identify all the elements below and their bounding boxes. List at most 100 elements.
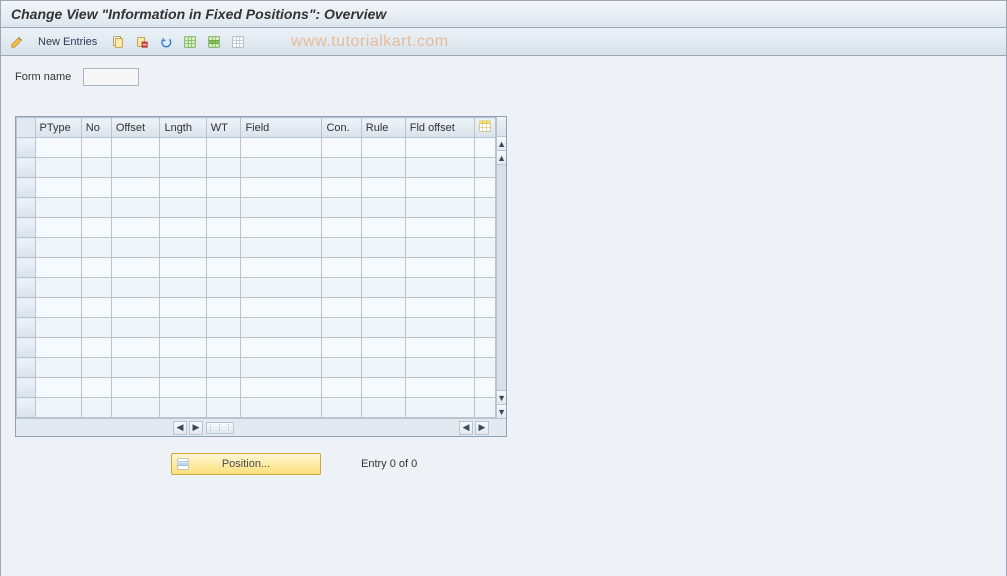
cell[interactable] [81, 298, 111, 318]
cell[interactable] [81, 318, 111, 338]
cell[interactable] [322, 158, 361, 178]
cell[interactable] [111, 158, 160, 178]
cell[interactable] [322, 358, 361, 378]
cell[interactable] [361, 258, 405, 278]
cell[interactable] [405, 238, 474, 258]
cell[interactable] [35, 198, 81, 218]
cell[interactable] [160, 278, 206, 298]
cell[interactable] [322, 258, 361, 278]
col-header-no[interactable]: No [81, 118, 111, 138]
cell[interactable] [111, 378, 160, 398]
cell[interactable] [361, 138, 405, 158]
cell[interactable] [35, 258, 81, 278]
cell[interactable] [160, 138, 206, 158]
cell[interactable] [405, 378, 474, 398]
cell[interactable] [405, 398, 474, 418]
col-header-wt[interactable]: WT [206, 118, 241, 138]
copy-as-button[interactable] [108, 32, 128, 52]
cell[interactable] [35, 358, 81, 378]
cell[interactable] [322, 138, 361, 158]
cell[interactable] [81, 158, 111, 178]
cell[interactable] [241, 358, 322, 378]
cell[interactable] [361, 278, 405, 298]
cell[interactable] [111, 178, 160, 198]
cell[interactable] [35, 138, 81, 158]
cell[interactable] [361, 238, 405, 258]
vertical-track[interactable] [497, 165, 506, 390]
cell[interactable] [361, 398, 405, 418]
row-selector[interactable] [17, 358, 36, 378]
horizontal-thumb[interactable]: ⋮⋮⋮ [206, 422, 234, 434]
new-entries-button[interactable]: New Entries [31, 32, 104, 52]
cell[interactable] [241, 178, 322, 198]
cell[interactable] [160, 358, 206, 378]
cell[interactable] [111, 278, 160, 298]
cell[interactable] [160, 218, 206, 238]
row-selector[interactable] [17, 318, 36, 338]
row-selector[interactable] [17, 398, 36, 418]
cell[interactable] [81, 258, 111, 278]
cell[interactable] [81, 338, 111, 358]
cell[interactable] [241, 138, 322, 158]
cell[interactable] [322, 398, 361, 418]
cell[interactable] [160, 238, 206, 258]
cell[interactable] [322, 238, 361, 258]
cell[interactable] [81, 218, 111, 238]
cell[interactable] [405, 298, 474, 318]
col-header-fldoffset[interactable]: Fld offset [405, 118, 474, 138]
select-block-button[interactable] [204, 32, 224, 52]
cell[interactable] [111, 318, 160, 338]
cell[interactable] [160, 258, 206, 278]
cell[interactable] [35, 378, 81, 398]
cell[interactable] [405, 138, 474, 158]
delete-button[interactable] [132, 32, 152, 52]
row-selector[interactable] [17, 218, 36, 238]
cell[interactable] [35, 338, 81, 358]
scroll-up-button[interactable]: ▲ [497, 137, 506, 151]
cell[interactable] [405, 158, 474, 178]
col-header-rule[interactable]: Rule [361, 118, 405, 138]
cell[interactable] [405, 258, 474, 278]
cell[interactable] [361, 338, 405, 358]
cell[interactable] [405, 318, 474, 338]
cell[interactable] [160, 178, 206, 198]
cell[interactable] [361, 318, 405, 338]
cell[interactable] [405, 178, 474, 198]
cell[interactable] [241, 278, 322, 298]
col-header-lngth[interactable]: Lngth [160, 118, 206, 138]
cell[interactable] [241, 198, 322, 218]
cell[interactable] [35, 218, 81, 238]
cell[interactable] [361, 178, 405, 198]
cell[interactable] [35, 318, 81, 338]
cell[interactable] [206, 278, 241, 298]
row-selector[interactable] [17, 378, 36, 398]
cell[interactable] [111, 138, 160, 158]
cell[interactable] [111, 358, 160, 378]
cell[interactable] [35, 158, 81, 178]
scroll-right-step-button[interactable]: ▶ [189, 421, 203, 435]
row-selector[interactable] [17, 138, 36, 158]
cell[interactable] [361, 298, 405, 318]
cell[interactable] [35, 298, 81, 318]
cell[interactable] [241, 378, 322, 398]
cell[interactable] [160, 378, 206, 398]
cell[interactable] [111, 258, 160, 278]
cell[interactable] [160, 198, 206, 218]
cell[interactable] [322, 198, 361, 218]
cell[interactable] [81, 398, 111, 418]
cell[interactable] [111, 398, 160, 418]
cell[interactable] [206, 178, 241, 198]
cell[interactable] [206, 158, 241, 178]
cell[interactable] [405, 278, 474, 298]
cell[interactable] [81, 178, 111, 198]
cell[interactable] [160, 398, 206, 418]
select-all-corner[interactable] [17, 118, 36, 138]
scroll-down-button-2[interactable]: ▼ [497, 390, 506, 404]
row-selector[interactable] [17, 158, 36, 178]
cell[interactable] [241, 258, 322, 278]
cell[interactable] [241, 218, 322, 238]
cell[interactable] [405, 358, 474, 378]
cell[interactable] [206, 218, 241, 238]
row-selector[interactable] [17, 258, 36, 278]
cell[interactable] [111, 238, 160, 258]
